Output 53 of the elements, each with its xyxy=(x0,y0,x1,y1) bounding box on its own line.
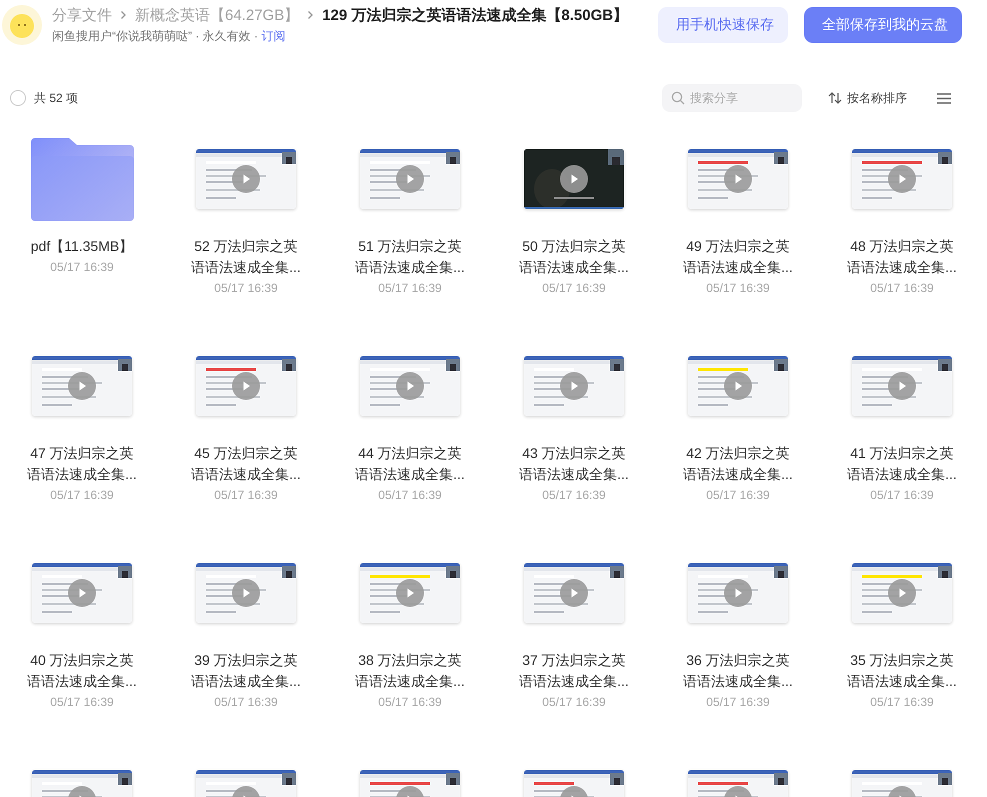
file-date: 05/17 16:39 xyxy=(378,694,442,711)
file-date: 05/17 16:39 xyxy=(50,487,114,504)
file-date: 05/17 16:39 xyxy=(214,280,278,297)
item-count: 共 52 项 xyxy=(34,90,80,106)
file-name[interactable]: 44 万法归宗之英语语法速成全集... xyxy=(352,443,468,485)
file-name[interactable]: 35 万法归宗之英语语法速成全集... xyxy=(844,650,960,692)
file-name[interactable]: pdf【11.35MB】 xyxy=(24,236,140,257)
chevron-icon xyxy=(307,10,314,20)
file-name[interactable]: 48 万法归宗之英语语法速成全集... xyxy=(844,236,960,278)
file-date: 05/17 16:39 xyxy=(378,280,442,297)
file-date: 05/17 16:39 xyxy=(214,694,278,711)
file-date: 05/17 16:39 xyxy=(706,694,770,711)
file-name[interactable]: 52 万法归宗之英语语法速成全集... xyxy=(188,236,304,278)
sort-icon xyxy=(828,92,842,104)
subscribe-link[interactable]: 订阅 xyxy=(261,28,286,42)
file-name[interactable]: 41 万法归宗之英语语法速成全集... xyxy=(844,443,960,485)
file-date: 05/17 16:39 xyxy=(378,487,442,504)
search-field[interactable]: 搜索分享 xyxy=(662,84,802,112)
chevron-icon xyxy=(120,10,127,20)
save-via-phone-button[interactable]: 用手机快速保存 xyxy=(658,7,788,43)
file-name[interactable]: 39 万法归宗之英语语法速成全集... xyxy=(188,650,304,692)
file-name[interactable]: 51 万法归宗之英语语法速成全集... xyxy=(352,236,468,278)
menu-icon[interactable] xyxy=(937,92,951,104)
file-date: 05/17 16:39 xyxy=(542,694,606,711)
file-date: 05/17 16:39 xyxy=(870,280,934,297)
save-all-button[interactable]: 全部保存到我的云盘 xyxy=(804,7,962,43)
file-name[interactable]: 42 万法归宗之英语语法速成全集... xyxy=(680,443,796,485)
file-date: 05/17 16:39 xyxy=(50,259,114,276)
file-name[interactable]: 43 万法归宗之英语语法速成全集... xyxy=(516,443,632,485)
file-date: 05/17 16:39 xyxy=(542,280,606,297)
file-name[interactable]: 38 万法归宗之英语语法速成全集... xyxy=(352,650,468,692)
current-folder-title: 129 万法归宗之英语语法速成全集【8.50GB】 xyxy=(322,6,628,24)
file-date: 05/17 16:39 xyxy=(50,694,114,711)
select-all-checkbox[interactable] xyxy=(10,90,26,106)
file-date: 05/17 16:39 xyxy=(542,487,606,504)
file-name[interactable]: 37 万法归宗之英语语法速成全集... xyxy=(516,650,632,692)
file-date: 05/17 16:39 xyxy=(870,694,934,711)
file-date: 05/17 16:39 xyxy=(870,487,934,504)
play-icon[interactable] xyxy=(560,165,588,193)
file-name[interactable]: 45 万法归宗之英语语法速成全集... xyxy=(188,443,304,485)
file-name[interactable]: 36 万法归宗之英语语法速成全集... xyxy=(680,650,796,692)
file-date: 05/17 16:39 xyxy=(706,280,770,297)
file-name[interactable]: 50 万法归宗之英语语法速成全集... xyxy=(516,236,632,278)
file-date: 05/17 16:39 xyxy=(214,487,278,504)
sort-button[interactable]: 按名称排序 xyxy=(828,90,907,106)
file-name[interactable]: 40 万法归宗之英语语法速成全集... xyxy=(24,650,140,692)
folder-icon[interactable] xyxy=(30,138,134,220)
search-icon xyxy=(671,91,685,105)
file-name[interactable]: 47 万法归宗之英语语法速成全集... xyxy=(24,443,140,485)
file-name[interactable]: 49 万法归宗之英语语法速成全集... xyxy=(680,236,796,278)
file-date: 05/17 16:39 xyxy=(706,487,770,504)
share-info-text: 闲鱼搜用户“你说我萌萌哒” · 永久有效 · 订阅 xyxy=(52,28,286,44)
avatar-icon xyxy=(2,5,42,45)
